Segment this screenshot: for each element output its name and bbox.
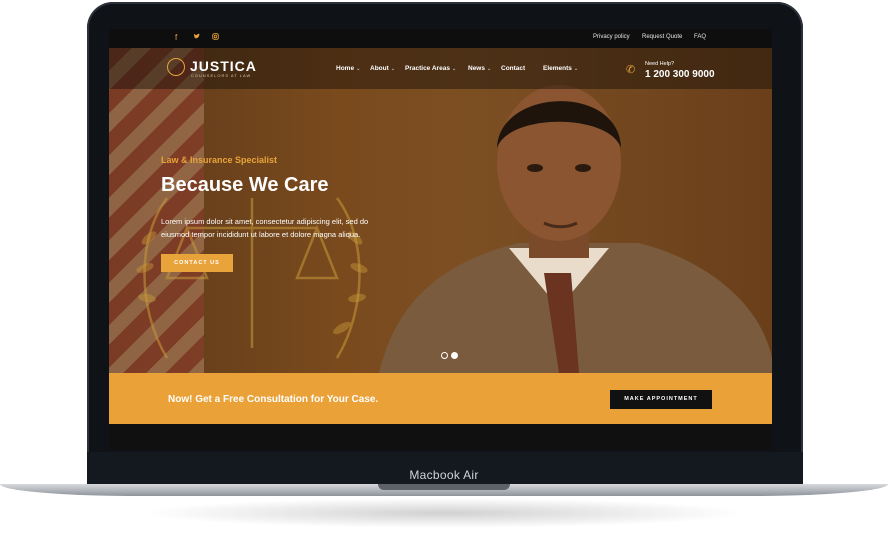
phone-icon: ✆: [626, 64, 636, 76]
laptop-notch: [378, 484, 510, 490]
consultation-band: Now! Get a Free Consultation for Your Ca…: [109, 373, 772, 424]
laptop-shadow: [140, 498, 748, 528]
main-navigation: JUSTICA COUNSELORS AT LAW Home ⌄ About ⌄ P…: [109, 48, 772, 89]
chevron-down-icon: ⌄: [486, 66, 492, 72]
chevron-down-icon: ⌄: [451, 66, 457, 72]
nav-item-practice-areas[interactable]: Practice Areas ⌄: [405, 65, 456, 72]
slider-dot[interactable]: [441, 352, 448, 359]
privacy-policy-link[interactable]: Privacy policy: [593, 34, 630, 40]
instagram-icon[interactable]: [212, 33, 219, 42]
facebook-icon[interactable]: f: [175, 33, 177, 42]
contact-us-button[interactable]: CONTACT US: [161, 254, 233, 272]
request-quote-link[interactable]: Request Quote: [642, 34, 682, 40]
need-help-label: Need Help?: [645, 61, 675, 67]
chevron-down-icon: ⌄: [390, 66, 395, 72]
nav-item-elements[interactable]: Elements ⌄: [543, 65, 578, 72]
top-bar: f Privacy policy Request Quote FAQ: [109, 29, 772, 48]
faq-link[interactable]: FAQ: [694, 34, 706, 40]
hero-body-text: Lorem ipsum dolor sit amet, consectetur …: [161, 217, 369, 239]
chevron-down-icon: ⌄: [356, 66, 361, 72]
website-screen: f Privacy policy Request Quote FAQ JUSTI…: [109, 29, 772, 450]
nav-item-home[interactable]: Home ⌄: [336, 65, 360, 72]
hero-headline: Because We Care: [161, 174, 329, 196]
chevron-down-icon: ⌄: [573, 66, 579, 72]
hero-slider: JUSTICA COUNSELORS AT LAW Home ⌄ About ⌄ P…: [109, 48, 772, 373]
lawyer-portrait-image: [379, 85, 772, 373]
laptop-model-label: Macbook Air: [409, 468, 479, 482]
nav-item-news[interactable]: News ⌄: [468, 65, 491, 72]
nav-item-about[interactable]: About ⌄: [370, 65, 395, 72]
brand-name[interactable]: JUSTICA: [190, 58, 257, 74]
hero-kicker: Law & Insurance Specialist: [161, 155, 278, 165]
nav-item-contact[interactable]: Contact: [501, 65, 525, 72]
brand-tagline: COUNSELORS AT LAW: [191, 73, 252, 78]
twitter-icon[interactable]: [193, 33, 200, 42]
scales-logo-icon[interactable]: [167, 58, 185, 76]
make-appointment-button[interactable]: MAKE APPOINTMENT: [610, 390, 712, 409]
phone-number[interactable]: 1 200 300 9000: [645, 69, 715, 80]
slider-dot-active[interactable]: [451, 352, 458, 359]
consultation-text: Now! Get a Free Consultation for Your Ca…: [168, 394, 379, 405]
